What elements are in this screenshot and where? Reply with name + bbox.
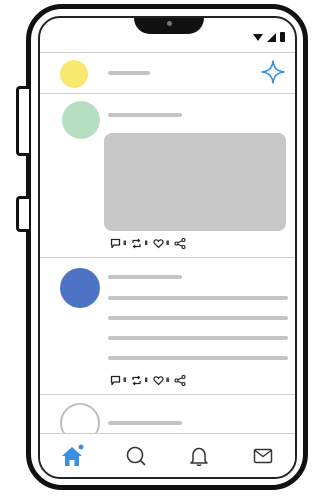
post-text-line — [108, 296, 288, 300]
repost-count: ıı — [144, 375, 148, 384]
repost-icon — [132, 238, 142, 248]
front-camera — [167, 21, 172, 26]
repost-icon — [132, 375, 142, 385]
share-icon — [174, 237, 186, 249]
feed-post[interactable]: ıı ıı ıı — [40, 258, 295, 395]
search-icon — [126, 446, 145, 465]
status-bar — [253, 32, 285, 42]
like-button[interactable]: ıı — [153, 238, 170, 249]
post-text-line — [108, 316, 288, 320]
post-avatar[interactable] — [60, 268, 100, 308]
post-avatar[interactable] — [62, 101, 100, 139]
phone-screen: ıı ıı ıı ıı ıı ıı — [38, 16, 297, 479]
comment-count: ıı — [123, 238, 127, 247]
repost-button[interactable]: ıı — [131, 375, 148, 386]
profile-avatar[interactable] — [60, 60, 88, 88]
post-text-line — [108, 336, 288, 340]
like-icon — [153, 238, 164, 248]
post-author-placeholder — [108, 421, 182, 425]
sparkle-icon[interactable] — [261, 60, 285, 84]
post-actions: ıı ıı ıı — [110, 237, 186, 249]
comment-icon — [110, 375, 121, 385]
comment-icon — [110, 238, 121, 248]
nav-notifications[interactable] — [179, 441, 219, 471]
nav-home[interactable] — [52, 441, 92, 471]
repost-button[interactable]: ıı — [131, 238, 148, 249]
battery-icon — [280, 32, 285, 42]
feed-post[interactable] — [40, 395, 295, 438]
post-actions: ıı ıı ıı — [110, 374, 186, 386]
share-button[interactable] — [174, 374, 186, 386]
comment-count: ıı — [123, 375, 127, 384]
signal-icon — [267, 32, 276, 42]
post-author-placeholder — [108, 275, 182, 279]
post-media[interactable] — [104, 133, 286, 231]
like-count: ıı — [165, 375, 170, 384]
nav-messages[interactable] — [243, 441, 283, 471]
comment-button[interactable]: ıı — [110, 375, 127, 386]
volume-button — [16, 86, 29, 156]
bell-icon — [190, 447, 209, 466]
share-icon — [174, 374, 186, 386]
like-icon — [153, 375, 164, 385]
post-text-line — [108, 356, 288, 360]
post-author-placeholder — [108, 113, 182, 117]
nav-search[interactable] — [116, 441, 156, 471]
repost-count: ıı — [144, 238, 148, 247]
home-icon — [61, 444, 84, 466]
feed-post[interactable]: ıı ıı ıı — [40, 93, 295, 258]
notch — [134, 18, 204, 34]
top-bar — [40, 52, 295, 94]
header-title-placeholder — [108, 71, 150, 75]
share-button[interactable] — [174, 237, 186, 249]
wifi-icon — [253, 33, 263, 41]
bottom-nav — [40, 433, 295, 477]
comment-button[interactable]: ıı — [110, 238, 127, 249]
like-button[interactable]: ıı — [153, 375, 170, 386]
power-button — [16, 196, 29, 232]
like-count: ıı — [165, 238, 170, 247]
mail-icon — [253, 448, 273, 463]
